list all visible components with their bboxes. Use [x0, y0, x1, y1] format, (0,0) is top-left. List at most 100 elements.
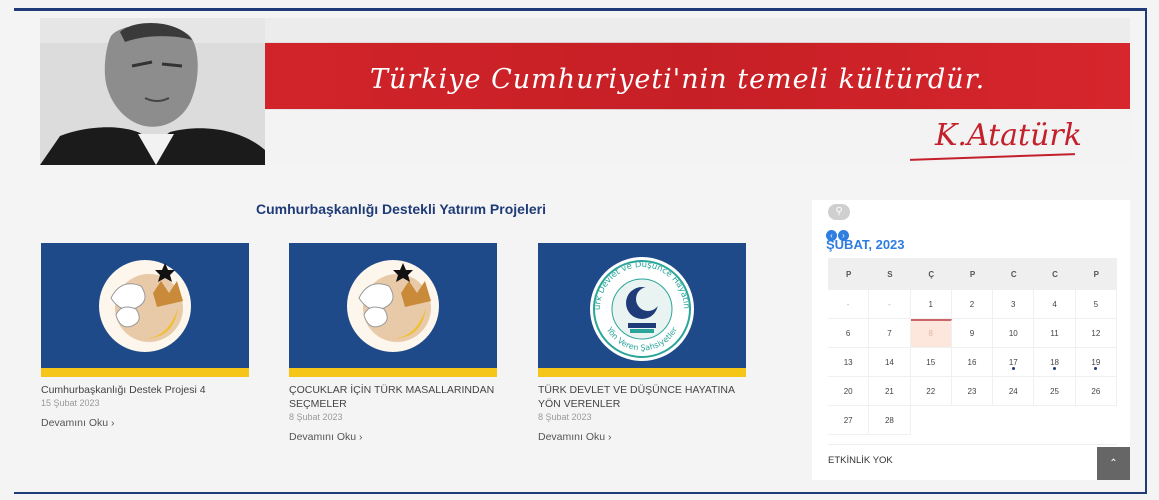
calendar-day-number: 4 [1052, 300, 1057, 309]
read-more-link[interactable]: Devamını Oku › [289, 431, 497, 443]
hero-banner: Türkiye Cumhuriyeti'nin temeli kültürdür… [40, 18, 1130, 165]
calendar-empty-cell [1076, 406, 1117, 435]
calendar-day-number: - [888, 300, 891, 309]
calendar-day[interactable]: 10 [993, 319, 1035, 348]
event-dot-icon [1011, 367, 1015, 370]
calendar-day[interactable]: 6 [828, 319, 870, 348]
calendar-day-number: 1 [928, 300, 933, 309]
calendar-day-number: 11 [1050, 329, 1059, 338]
project-card[interactable]: Cumhurbaşkanlığı Destek Projesi 4 15 Şub… [41, 243, 249, 429]
card-thumbnail[interactable]: Türk Devlet ve Düşünce Hayatına Yön Vere… [538, 243, 746, 377]
banner-signature: K.Atatürk [935, 118, 1082, 153]
section-title: Cumhurbaşkanlığı Destekli Yatırım Projel… [256, 201, 546, 217]
calendar-day[interactable]: 26 [1075, 377, 1117, 406]
top-border [14, 8, 1145, 11]
calendar-day[interactable]: 8 [910, 319, 952, 348]
calendar-day-number: 7 [887, 329, 892, 338]
calendar-day-number: 26 [1091, 387, 1101, 396]
tales-logo-icon [99, 260, 191, 352]
read-more-link[interactable]: Devamını Oku › [41, 417, 249, 429]
calendar-day-number: 25 [1050, 387, 1060, 396]
calendar-day[interactable]: 25 [1034, 377, 1076, 406]
card-title[interactable]: TÜRK DEVLET VE DÜŞÜNCE HAYATINA YÖN VERE… [538, 383, 746, 411]
card-date: 15 Şubat 2023 [41, 398, 100, 408]
tales-logo-icon [347, 260, 439, 352]
calendar-day[interactable]: 16 [951, 348, 994, 377]
calendar-widget: ⚲ ‹ › ŞUBAT, 2023 PSÇPCCP - -1 2 3 4 5 6 7 8 9 10 11… [812, 200, 1130, 480]
calendar-day[interactable]: 19 [1075, 348, 1117, 377]
calendar-grid: PSÇPCCP - -1 2 3 4 5 6 7 8 9 10 11 12 13 14 15 16 17 18 19 2… [828, 258, 1117, 435]
calendar-week: 27 28 [828, 406, 1117, 435]
event-dot-icon [1053, 367, 1057, 370]
bottom-border [14, 492, 1147, 494]
ataturk-portrait-image [40, 18, 265, 165]
calendar-day-number: 13 [843, 358, 853, 367]
calendar-day[interactable]: 11 [1034, 319, 1076, 348]
calendar-day-number: - [846, 300, 850, 309]
card-title[interactable]: ÇOCUKLAR İÇİN TÜRK MASALLARINDAN SEÇMELE… [289, 383, 497, 411]
calendar-day[interactable]: 21 [869, 377, 911, 406]
calendar-day[interactable]: 4 [1034, 290, 1076, 319]
calendar-day-number: 20 [843, 387, 853, 396]
calendar-day[interactable]: 3 [993, 290, 1035, 319]
event-dot-icon [1094, 367, 1098, 370]
calendar-day[interactable]: 20 [828, 377, 870, 406]
calendar-day[interactable]: 12 [1075, 319, 1117, 348]
calendar-day[interactable]: 24 [993, 377, 1035, 406]
calendar-day-number: 16 [967, 358, 977, 367]
calendar-day[interactable]: 5 [1075, 290, 1117, 319]
right-border [1145, 8, 1147, 494]
calendar-day[interactable]: 14 [869, 348, 911, 377]
calendar-empty-cell [911, 406, 952, 435]
no-event-text: ETKİNLİK YOK [828, 444, 1117, 474]
calendar-day[interactable]: 7 [869, 319, 911, 348]
calendar-week: 20 21 22 23 24 25 26 [828, 377, 1117, 406]
calendar-day[interactable]: 27 [828, 406, 870, 435]
read-more-link[interactable]: Devamını Oku › [538, 431, 746, 443]
calendar-day[interactable]: 18 [1034, 348, 1076, 377]
weekday-label: C [1052, 269, 1058, 279]
card-title[interactable]: Cumhurbaşkanlığı Destek Projesi 4 [41, 383, 249, 397]
project-card[interactable]: ÇOCUKLAR İÇİN TÜRK MASALLARINDAN SEÇMELE… [289, 243, 497, 443]
card-date: 8 Şubat 2023 [538, 412, 592, 422]
calendar-day[interactable]: 22 [910, 377, 952, 406]
signature-underline [910, 153, 1075, 161]
calendar-day-number: 15 [926, 358, 936, 367]
calendar-day-number: 8 [928, 329, 933, 338]
calendar-day[interactable]: - [828, 290, 870, 319]
calendar-day[interactable]: 15 [910, 348, 952, 377]
calendar-month-title: ŞUBAT, 2023 [826, 237, 905, 252]
calendar-day[interactable]: 28 [869, 406, 911, 435]
weekday-label: P [1093, 269, 1100, 279]
project-card[interactable]: Türk Devlet ve Düşünce Hayatına Yön Vere… [538, 243, 746, 443]
calendar-day-number: 28 [884, 416, 894, 425]
calendar-day-number: 23 [967, 387, 977, 396]
calendar-day[interactable]: 9 [951, 319, 994, 348]
calendar-week: 13 14 15 16 17 18 19 [828, 348, 1117, 377]
calendar-day-number: 24 [1008, 387, 1018, 396]
weekday-label: Ç [928, 269, 935, 279]
calendar-day-number: 10 [1008, 329, 1018, 338]
calendar-day[interactable]: 1 [910, 290, 952, 319]
calendar-day-number: 5 [1093, 300, 1099, 309]
weekday-label: P [969, 269, 976, 279]
weekday-label: C [1010, 269, 1017, 279]
calendar-day-number: 17 [1008, 358, 1018, 367]
calendar-empty-cell [1034, 406, 1075, 435]
calendar-day-number: 21 [884, 387, 894, 396]
card-thumbnail[interactable] [289, 243, 497, 377]
calendar-day[interactable]: 2 [951, 290, 994, 319]
calendar-week: 6 7 8 9 10 11 12 [828, 319, 1117, 348]
scroll-to-top-button[interactable]: ⌃ [1097, 447, 1130, 480]
search-icon[interactable]: ⚲ [828, 204, 850, 220]
calendar-body: - -1 2 3 4 5 6 7 8 9 10 11 12 13 14 15 16 17 18 19 20 21 22 23 2… [828, 290, 1117, 435]
card-thumbnail[interactable] [41, 243, 249, 377]
calendar-day[interactable]: 17 [993, 348, 1035, 377]
calendar-day-number: 12 [1091, 329, 1101, 338]
calendar-day-number: 19 [1091, 358, 1101, 367]
calendar-day[interactable]: 23 [951, 377, 994, 406]
banner-quote: Türkiye Cumhuriyeti'nin temeli kültürdür… [370, 64, 986, 95]
calendar-day[interactable]: 13 [828, 348, 870, 377]
calendar-day-number: 27 [843, 416, 853, 425]
calendar-day[interactable]: - [869, 290, 911, 319]
